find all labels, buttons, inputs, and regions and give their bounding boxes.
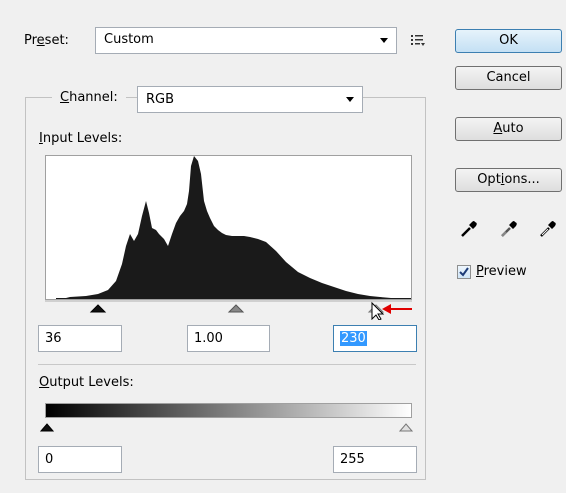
input-highlight-field[interactable]: 230 — [333, 325, 417, 352]
output-gradient-bar — [45, 403, 412, 418]
preset-dropdown[interactable]: Custom — [95, 27, 397, 54]
auto-button[interactable]: Auto — [455, 117, 562, 141]
chevron-down-icon — [380, 38, 388, 43]
input-shadow-field[interactable]: 36 — [38, 325, 122, 352]
checkmark-icon — [459, 267, 469, 277]
channel-dropdown[interactable]: RGB — [137, 86, 363, 113]
preset-label: Preset: — [24, 33, 69, 48]
preview-checkbox[interactable] — [457, 265, 471, 279]
options-button[interactable]: Options... — [455, 168, 562, 192]
output-levels-label: Output Levels: — [39, 375, 134, 390]
channel-value: RGB — [146, 92, 175, 107]
preview-label: Preview — [476, 264, 527, 279]
levels-dialog: Preset: Custom OK Cancel Auto Options... — [0, 0, 566, 493]
gray-point-eyedropper-icon[interactable] — [498, 218, 520, 240]
black-point-eyedropper-icon[interactable] — [458, 218, 480, 240]
channel-label: Channel: — [52, 90, 126, 105]
chevron-down-icon — [346, 97, 354, 102]
list-menu-icon[interactable] — [410, 32, 426, 48]
input-midtone-field[interactable]: 1.00 — [187, 325, 270, 352]
input-levels-label: Input Levels: — [39, 131, 123, 146]
ok-button[interactable]: OK — [455, 29, 562, 53]
histogram — [45, 155, 412, 300]
input-levels-slider[interactable] — [45, 300, 412, 320]
midtone-handle — [227, 304, 245, 313]
preset-value: Custom — [104, 32, 154, 47]
shadow-handle — [89, 304, 107, 313]
white-point-eyedropper-icon[interactable] — [537, 218, 559, 240]
output-high-handle[interactable] — [398, 420, 414, 436]
cancel-button[interactable]: Cancel — [455, 66, 562, 90]
output-low-field[interactable]: 0 — [38, 446, 122, 473]
section-divider — [38, 364, 416, 365]
output-low-handle[interactable] — [39, 420, 55, 436]
output-high-field[interactable]: 255 — [333, 446, 417, 473]
histogram-graph — [56, 156, 411, 299]
